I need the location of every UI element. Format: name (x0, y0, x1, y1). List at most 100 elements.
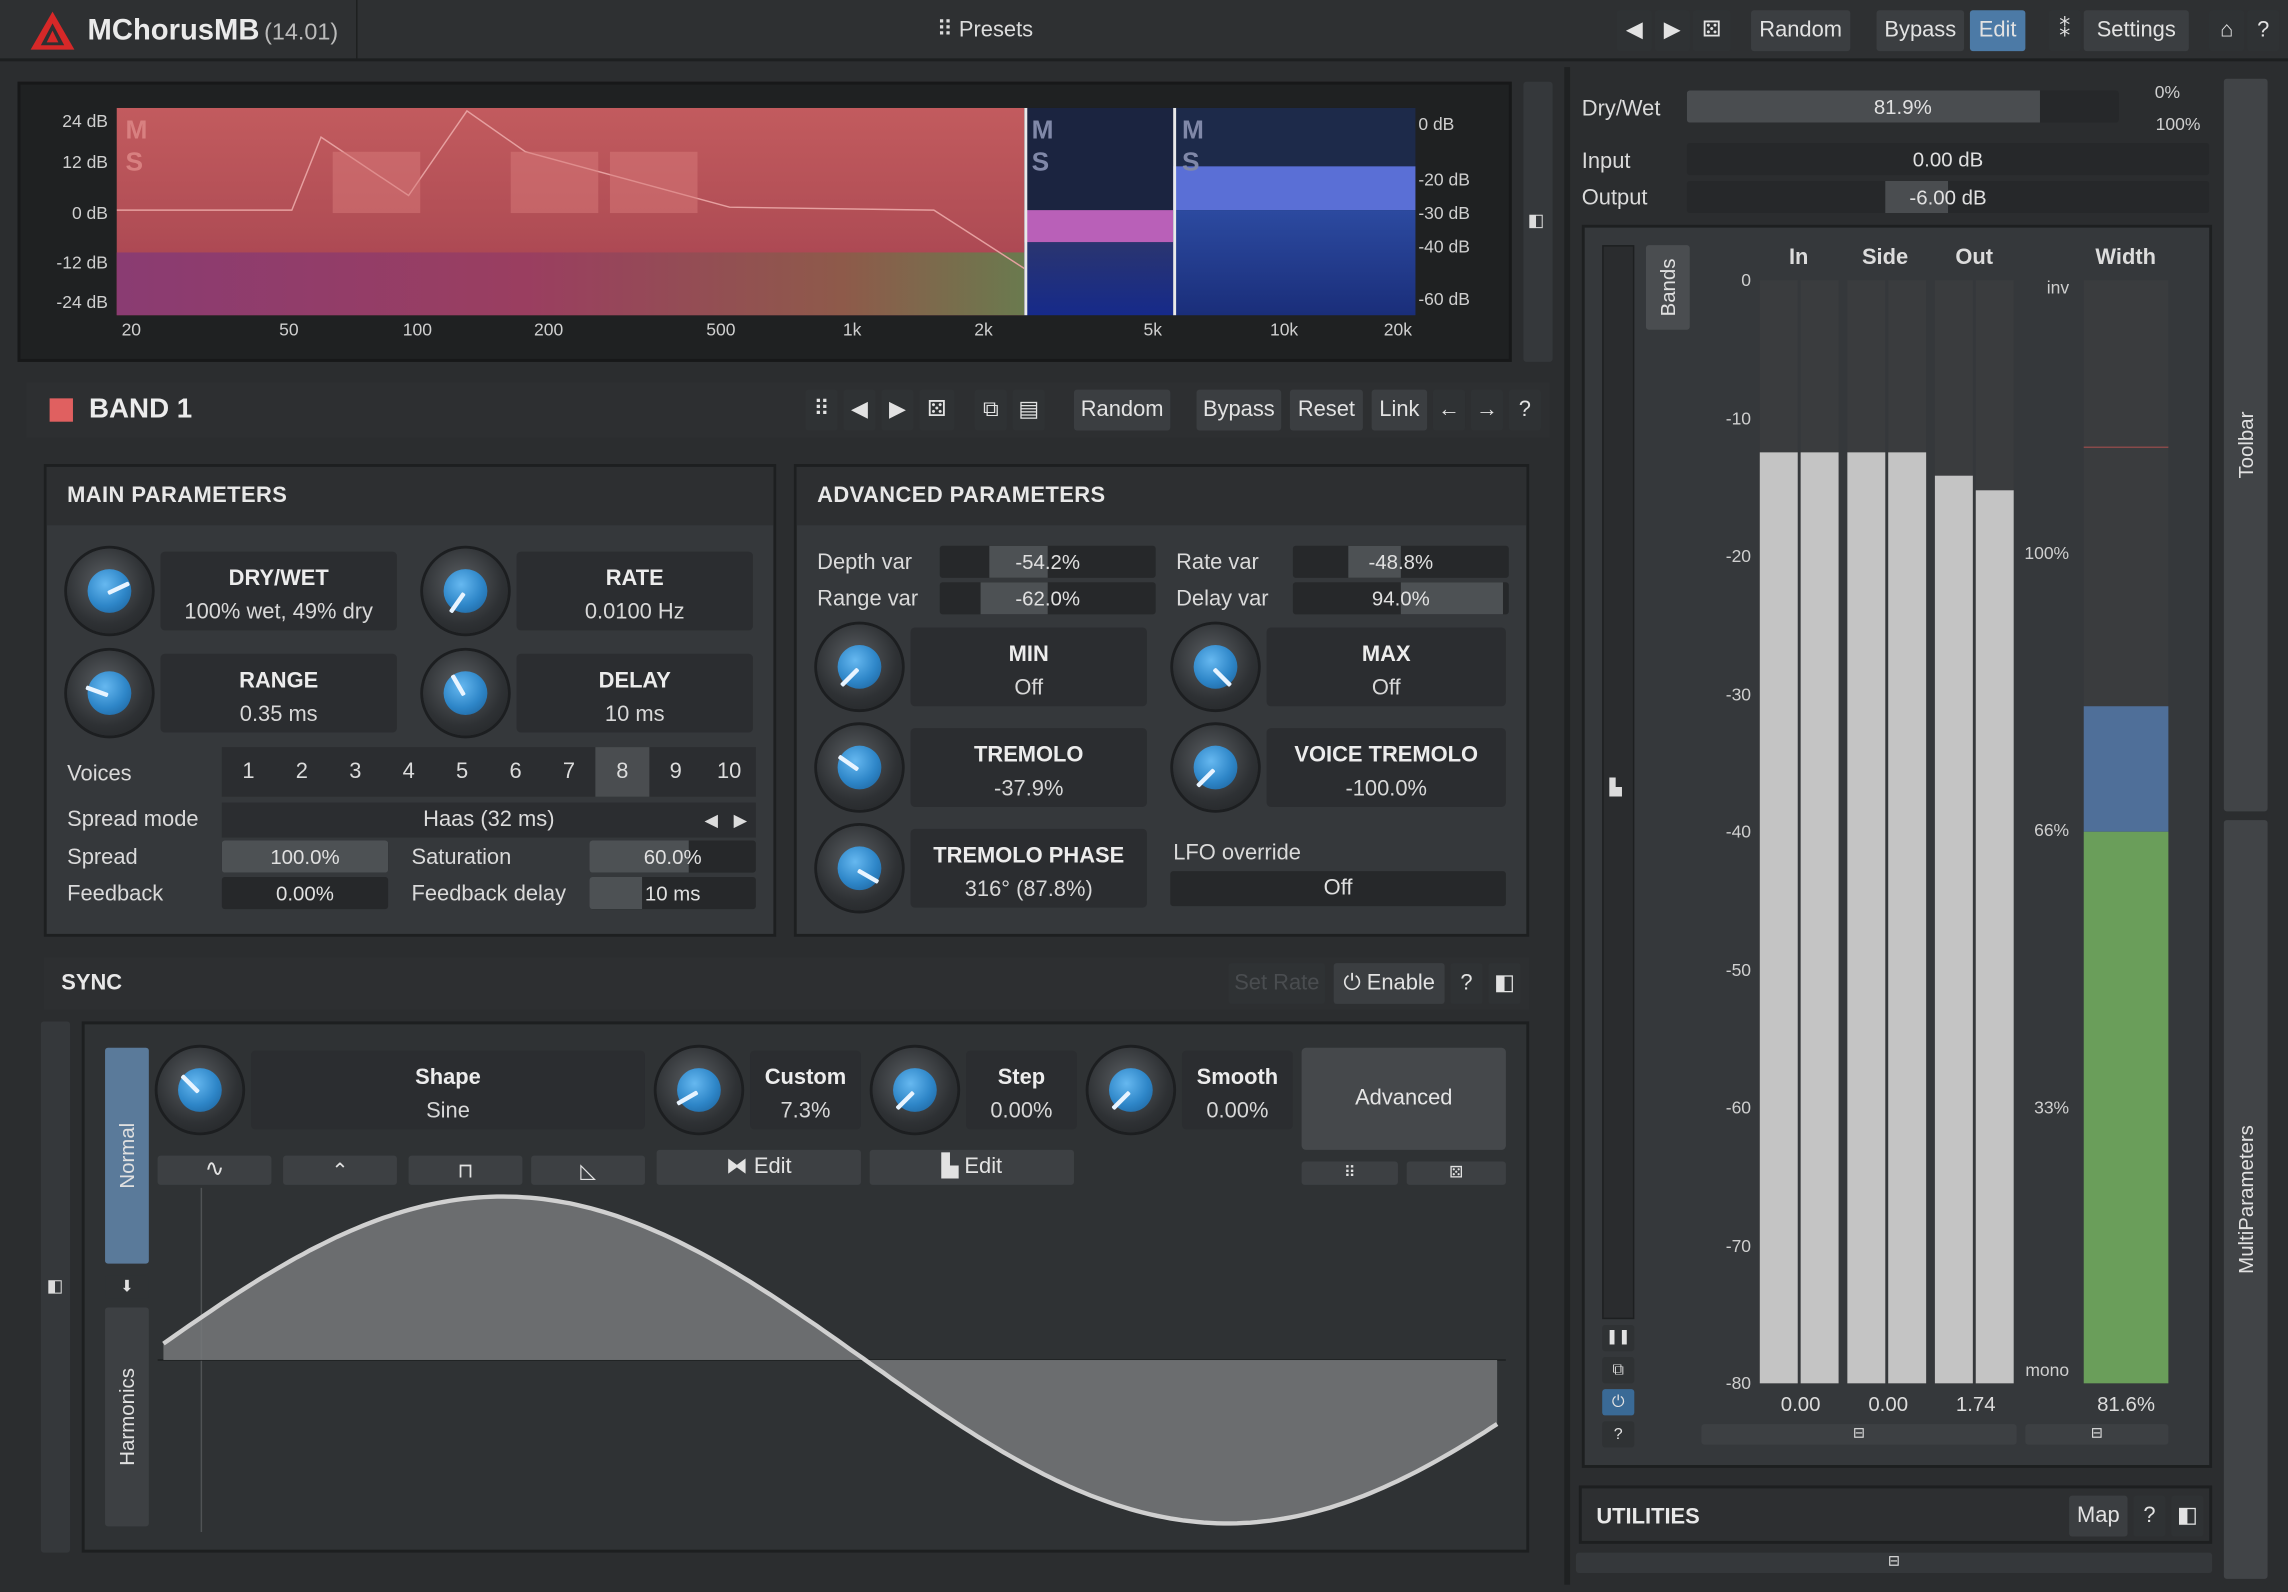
presets-button[interactable]: ⠿ Presets (919, 10, 1050, 51)
range-knob[interactable] (67, 650, 152, 736)
step-display[interactable]: Step 0.00% (965, 1050, 1077, 1130)
sync-panel-icon[interactable]: ◧ (1488, 963, 1521, 1004)
collapse-spectrum-button[interactable]: ◧ (1523, 81, 1553, 362)
tab-harmonics[interactable]: Harmonics (105, 1307, 149, 1527)
feedback-slider[interactable]: 0.00% (221, 876, 389, 910)
shape-display[interactable]: Shape Sine (250, 1050, 645, 1130)
popout-icon[interactable]: ⧉ (1602, 1357, 1635, 1384)
map-button[interactable]: Map (2069, 1495, 2128, 1537)
tab-normal[interactable]: Normal (105, 1047, 149, 1264)
sync-help-button[interactable]: ? (1450, 963, 1483, 1004)
voice-option[interactable]: 10 (702, 747, 755, 797)
step-edit-button[interactable]: ▙ Edit (869, 1149, 1074, 1185)
triangle-shape-icon[interactable]: ⌃ (283, 1155, 397, 1185)
sync-side-collapse[interactable]: ◧ (40, 1021, 71, 1553)
triangle-left-icon[interactable]: ◀ (704, 803, 717, 838)
voice-option[interactable]: 7 (542, 747, 595, 797)
voice-option[interactable]: 2 (275, 747, 328, 797)
custom-knob[interactable] (656, 1047, 742, 1133)
voice-option[interactable]: 1 (222, 747, 275, 797)
random-button[interactable]: Random (1751, 10, 1851, 52)
edit-button[interactable]: Edit (1969, 10, 2026, 52)
voice-option[interactable]: 5 (435, 747, 488, 797)
voice-option[interactable]: 9 (649, 747, 702, 797)
voice-option[interactable]: 6 (489, 747, 542, 797)
randomize-button[interactable]: ⚄ (1692, 10, 1731, 52)
band-next-icon[interactable]: ▶ (881, 389, 914, 431)
arrow-right-icon[interactable]: → (1470, 389, 1503, 431)
tremolo-phase-display[interactable]: TREMOLO PHASE 316° (87.8%) (910, 828, 1147, 908)
copy-icon[interactable]: ⧉ (974, 389, 1007, 431)
band-prev-icon[interactable]: ◀ (843, 389, 876, 431)
paste-icon[interactable]: ▤ (1012, 389, 1045, 431)
tremolo-display[interactable]: TREMOLO -37.9% (910, 728, 1147, 807)
delay-knob[interactable] (423, 650, 508, 736)
set-rate-button[interactable]: Set Rate (1228, 963, 1325, 1004)
utilities-expand-icon[interactable]: ⊟ (1575, 1552, 2213, 1574)
band-random-button[interactable]: Random (1073, 389, 1171, 431)
drywet-global-slider[interactable]: 81.9% (1686, 90, 2119, 123)
min-knob[interactable] (817, 624, 902, 710)
custom-display[interactable]: Custom 7.3% (750, 1050, 861, 1130)
drywet-knob[interactable] (67, 548, 152, 634)
shape-edit-button[interactable]: ⧓ Edit (656, 1149, 861, 1185)
crossover-handle-2[interactable] (1173, 107, 1177, 316)
home-icon[interactable]: ⌂ (2209, 10, 2245, 52)
arrow-left-icon[interactable]: ← (1432, 389, 1466, 431)
tab-multiparameters[interactable]: MultiParameters (2223, 820, 2268, 1579)
tab-toolbar[interactable]: Toolbar (2223, 78, 2268, 812)
voice-tremolo-display[interactable]: VOICE TREMOLO -100.0% (1266, 728, 1506, 807)
pause-icon[interactable]: ❚❚ (1602, 1324, 1635, 1352)
band-reset-button[interactable]: Reset (1289, 389, 1363, 431)
advanced-button[interactable]: Advanced (1301, 1047, 1506, 1150)
triangle-right-icon[interactable]: ▶ (734, 803, 747, 838)
crossover-handle-1[interactable] (1024, 107, 1028, 316)
band-presets-grid-icon[interactable]: ⠿ (805, 389, 838, 431)
lfo-override-dropdown[interactable]: Off (1170, 871, 1506, 907)
range-display[interactable]: RANGE 0.35 ms (160, 653, 397, 733)
previous-preset-button[interactable]: ◀ (1616, 10, 1652, 52)
max-knob[interactable] (1173, 624, 1258, 710)
utilities-help-button[interactable]: ? (2133, 1495, 2166, 1537)
lfo-waveform[interactable] (157, 1187, 1506, 1533)
band-spectrum-display[interactable]: MS MS MS 24 dB 12 dB 0 dB -12 dB -24 dB … (17, 81, 1512, 362)
range-var-slider[interactable]: -62.0% (939, 582, 1156, 615)
tab-bands[interactable]: Bands (1645, 245, 1690, 330)
band-dice-icon[interactable]: ⚄ (919, 389, 955, 431)
rate-display[interactable]: RATE 0.0100 Hz (516, 551, 753, 631)
step-knob[interactable] (872, 1047, 958, 1133)
voice-option[interactable]: 3 (329, 747, 382, 797)
sine-shape-icon[interactable]: ∿ (157, 1155, 272, 1185)
arrow-down-icon[interactable]: ⬇ (105, 1275, 149, 1299)
voices-selector[interactable]: 1 2 3 4 5 6 7 8 9 10 (221, 747, 756, 797)
feedback-delay-slider[interactable]: 10 ms (589, 876, 756, 910)
settings-sliders-icon[interactable]: ⁑ (2048, 10, 2081, 52)
band-bypass-button[interactable]: Bypass (1196, 389, 1282, 431)
width-expand-icon[interactable]: ⊟ (2025, 1424, 2169, 1445)
square-shape-icon[interactable]: ⊓ (408, 1155, 523, 1185)
voice-option[interactable]: 4 (382, 747, 435, 797)
utilities-panel-icon[interactable]: ◧ (2171, 1495, 2204, 1537)
meter-expand-icon[interactable]: ⊟ (1701, 1424, 2017, 1445)
drywet-display[interactable]: DRY/WET 100% wet, 49% dry (160, 551, 397, 631)
saw-shape-icon[interactable]: ◺ (531, 1155, 645, 1185)
sync-enable-button[interactable]: ⏻ Enable (1333, 963, 1445, 1004)
spread-mode-dropdown[interactable]: Haas (32 ms) ◀ ▶ (221, 802, 756, 838)
delay-display[interactable]: DELAY 10 ms (516, 653, 753, 733)
voice-option[interactable]: 8 (595, 747, 650, 797)
tremolo-knob[interactable] (817, 725, 902, 810)
rate-knob[interactable] (423, 548, 508, 634)
band-help-button[interactable]: ? (1508, 389, 1541, 431)
depth-var-slider[interactable]: -54.2% (939, 545, 1156, 578)
next-preset-button[interactable]: ▶ (1654, 10, 1690, 52)
rate-var-slider[interactable]: -48.8% (1292, 545, 1509, 578)
shape-presets-grid-icon[interactable]: ⠿ (1301, 1161, 1398, 1185)
band-link-button[interactable]: Link (1371, 389, 1428, 431)
shape-knob[interactable] (157, 1047, 243, 1133)
help-icon[interactable]: ? (2247, 10, 2280, 52)
settings-button[interactable]: Settings (2083, 10, 2189, 52)
shape-dice-icon[interactable]: ⚄ (1406, 1161, 1506, 1185)
tremolo-phase-knob[interactable] (817, 825, 902, 911)
min-display[interactable]: MIN Off (910, 627, 1147, 707)
saturation-slider[interactable]: 60.0% (589, 840, 756, 873)
